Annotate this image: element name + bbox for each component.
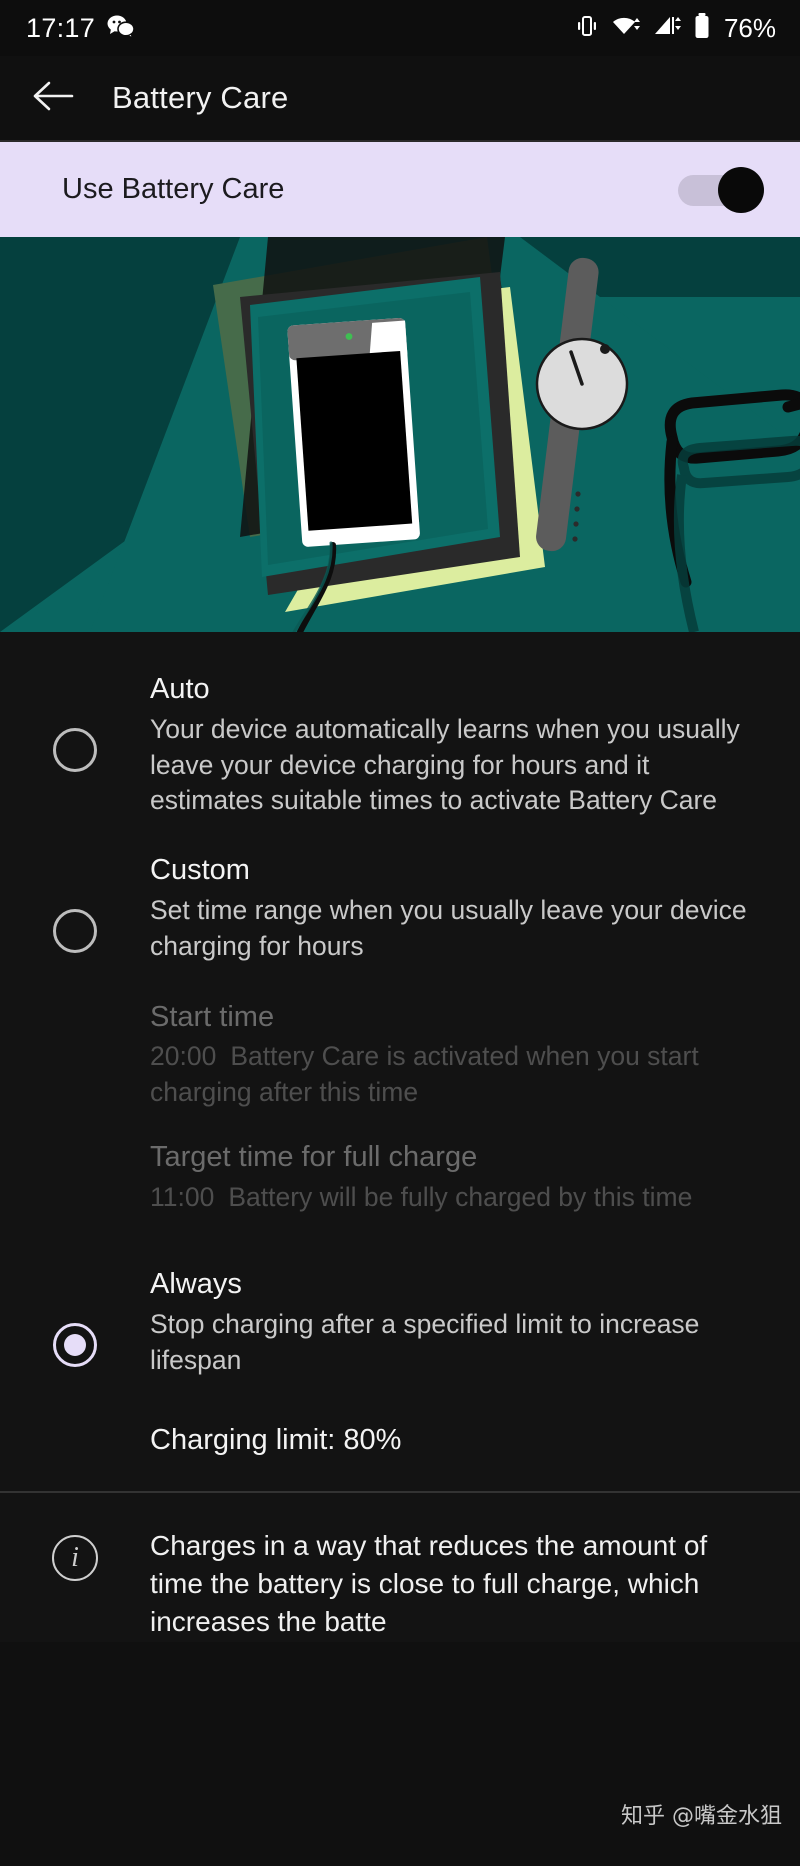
toggle-thumb bbox=[718, 166, 764, 213]
status-bar-right: 76% bbox=[574, 12, 776, 45]
target-time-hint: Battery will be fully charged by this ti… bbox=[228, 1181, 693, 1212]
option-always[interactable]: Always Stop charging after a specified l… bbox=[0, 1225, 800, 1394]
option-always-description: Stop charging after a specified limit to… bbox=[150, 1309, 700, 1375]
info-icon: i bbox=[52, 1535, 98, 1582]
battery-icon bbox=[693, 12, 711, 45]
status-bar-clock: 17:17 bbox=[26, 12, 96, 43]
back-button[interactable] bbox=[30, 75, 76, 121]
footer-info-icon-wrap: i bbox=[0, 1527, 150, 1582]
option-auto[interactable]: Auto Your device automatically learns wh… bbox=[0, 654, 800, 835]
start-time-value: 20:00 bbox=[150, 1041, 217, 1072]
option-custom[interactable]: Custom Set time range when you usually l… bbox=[0, 835, 800, 980]
charging-limit-label: Charging limit: 80% bbox=[150, 1424, 402, 1457]
option-custom-radio-wrap[interactable] bbox=[0, 851, 150, 953]
watermark: 知乎 @嘴金水狙 bbox=[621, 1804, 782, 1829]
target-time-description: 11:00 Battery will be fully charged by th… bbox=[150, 1180, 742, 1216]
status-bar-left: 17:17 bbox=[26, 13, 135, 44]
app-bar: Battery Care bbox=[0, 56, 800, 140]
battery-care-illustration bbox=[0, 237, 800, 632]
battery-percent-label: 76% bbox=[723, 12, 776, 43]
target-time-value: 11:00 bbox=[150, 1181, 215, 1212]
option-custom-title: Custom bbox=[150, 853, 250, 886]
radio-button-custom[interactable] bbox=[53, 908, 97, 953]
status-bar: 17:17 76% bbox=[0, 0, 800, 56]
wechat-icon bbox=[107, 14, 135, 43]
option-auto-description: Your device automatically learns when yo… bbox=[150, 714, 740, 816]
vibrate-icon bbox=[574, 13, 600, 44]
radio-button-always-dot bbox=[64, 1334, 86, 1357]
use-battery-care-toggle[interactable] bbox=[678, 164, 764, 216]
page-title: Battery Care bbox=[112, 80, 289, 115]
battery-care-screen: 17:17 76% Battery Care Use Battery Care … bbox=[0, 0, 800, 1866]
wifi-icon bbox=[611, 13, 641, 44]
setting-target-time: Target time for full charge 11:00 Battery… bbox=[0, 1120, 800, 1225]
start-time-title: Start time bbox=[150, 1001, 275, 1034]
target-time-title: Target time for full charge bbox=[150, 1141, 478, 1174]
back-arrow-icon bbox=[32, 80, 74, 117]
option-auto-radio-wrap[interactable] bbox=[0, 670, 150, 772]
charging-limit-row[interactable]: Charging limit: 80% bbox=[0, 1394, 800, 1491]
battery-care-mode-options: Auto Your device automatically learns wh… bbox=[0, 632, 800, 1492]
signal-icon bbox=[652, 13, 682, 44]
option-always-text: Always Stop charging after a specified l… bbox=[150, 1265, 760, 1378]
option-always-radio-wrap[interactable] bbox=[0, 1265, 150, 1368]
footer-info: i Charges in a way that reduces the amou… bbox=[0, 1493, 800, 1642]
option-auto-title: Auto bbox=[150, 673, 210, 705]
setting-start-time: Start time 20:00 Battery Care is activate… bbox=[0, 980, 800, 1120]
option-custom-text: Custom Set time range when you usually l… bbox=[150, 851, 760, 964]
footer-info-text: Charges in a way that reduces the amount… bbox=[150, 1530, 708, 1638]
option-auto-text: Auto Your device automatically learns wh… bbox=[150, 670, 760, 819]
use-battery-care-row[interactable]: Use Battery Care bbox=[0, 140, 800, 237]
radio-button-always[interactable] bbox=[53, 1323, 97, 1368]
option-custom-description: Set time range when you usually leave yo… bbox=[150, 895, 747, 961]
start-time-hint: Battery Care is activated when you start… bbox=[150, 1041, 699, 1107]
use-battery-care-label: Use Battery Care bbox=[62, 173, 285, 205]
radio-button-auto[interactable] bbox=[53, 728, 97, 772]
start-time-description: 20:00 Battery Care is activated when you … bbox=[150, 1039, 742, 1110]
option-always-title: Always bbox=[150, 1268, 242, 1301]
